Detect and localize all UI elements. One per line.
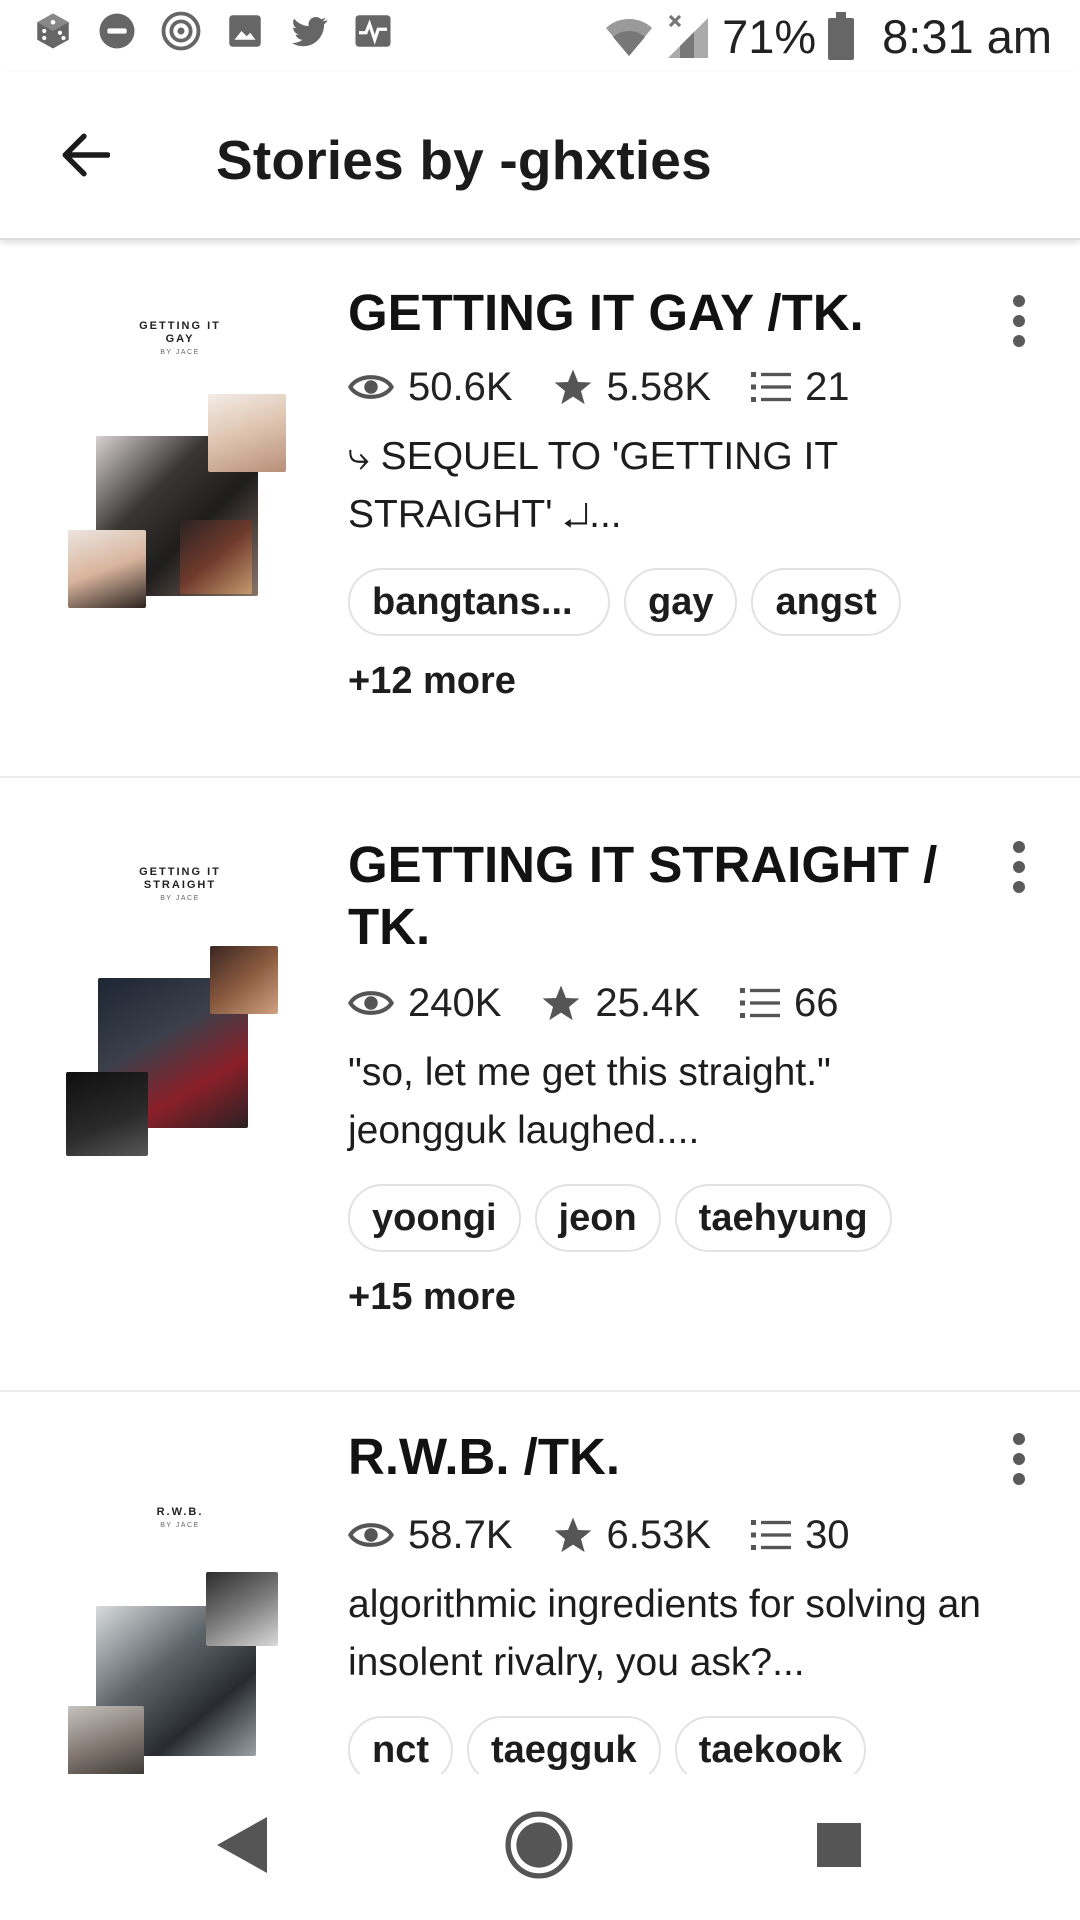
cover-photo bbox=[206, 1572, 278, 1646]
status-bar: 71% 8:31 am bbox=[0, 0, 1080, 72]
nav-home-button[interactable] bbox=[494, 1802, 584, 1892]
parts-stat: 66 bbox=[739, 981, 838, 1026]
more-tags-link[interactable]: +12 more bbox=[348, 660, 516, 703]
story-description: ⤷ SEQUEL TO 'GETTING IT STRAIGHT' ↵... bbox=[348, 435, 838, 536]
wifi-icon bbox=[604, 14, 654, 58]
cover-title: GETTING IT STRAIGHT BY JACE bbox=[139, 866, 221, 902]
clock: 8:31 am bbox=[882, 9, 1052, 63]
votes-stat: 25.4K bbox=[541, 981, 700, 1026]
dice-icon bbox=[32, 10, 74, 52]
tag-chip[interactable]: taegguk bbox=[467, 1716, 661, 1774]
parts-stat: 30 bbox=[751, 1513, 850, 1558]
back-button[interactable] bbox=[50, 122, 120, 192]
list-icon bbox=[751, 1518, 805, 1552]
target-icon bbox=[160, 10, 202, 52]
more-options-icon[interactable] bbox=[994, 832, 1044, 902]
cover-photo bbox=[180, 520, 252, 594]
more-options-icon[interactable] bbox=[994, 286, 1044, 356]
tag-chip[interactable]: nct bbox=[348, 1716, 453, 1774]
cover-title: GETTING IT GAY BY JACE bbox=[139, 320, 221, 356]
image-icon bbox=[224, 10, 266, 52]
nav-recents-button[interactable] bbox=[794, 1802, 884, 1892]
eye-icon bbox=[348, 1520, 408, 1550]
back-triangle-icon bbox=[211, 1813, 271, 1882]
story-title[interactable]: GETTING IT GAY /TK. bbox=[348, 282, 988, 344]
eye-icon bbox=[348, 988, 408, 1018]
battery-icon bbox=[828, 12, 855, 60]
list-icon bbox=[739, 986, 794, 1020]
tag-chip[interactable]: jeon bbox=[534, 1184, 661, 1252]
system-nav-bar bbox=[0, 1774, 1080, 1920]
tag-chip[interactable]: yoongi bbox=[348, 1184, 521, 1252]
more-options-icon[interactable] bbox=[994, 1424, 1044, 1494]
nav-back-button[interactable] bbox=[196, 1802, 286, 1892]
story-cover[interactable]: GETTING IT GAY BY JACE bbox=[62, 320, 298, 680]
votes-stat: 5.58K bbox=[553, 365, 711, 410]
system-indicators: 71% 8:31 am bbox=[604, 6, 1052, 66]
list-icon bbox=[751, 370, 805, 404]
cover-photo bbox=[68, 530, 146, 608]
parts-stat: 21 bbox=[751, 365, 850, 410]
app-bar: Stories by -ghxties bbox=[0, 72, 1080, 240]
votes-stat: 6.53K bbox=[553, 1513, 711, 1558]
story-card[interactable]: GETTING IT GAY BY JACE GETTING IT GAY /T… bbox=[0, 242, 1080, 778]
tag-list: bangtans... gay angst bbox=[348, 568, 901, 636]
story-stats: 58.7K 6.53K 30 bbox=[348, 1510, 890, 1560]
story-title[interactable]: R.W.B. /TK. bbox=[348, 1426, 988, 1488]
tag-chip[interactable]: bangtans... bbox=[348, 568, 610, 636]
reads-stat: 240K bbox=[348, 981, 501, 1026]
star-icon bbox=[553, 367, 607, 407]
notification-icons bbox=[32, 10, 394, 52]
do-not-disturb-icon bbox=[96, 10, 138, 52]
story-cover[interactable]: GETTING IT STRAIGHT BY JACE bbox=[62, 866, 298, 1226]
tag-list: yoongi jeon taehyung bbox=[348, 1184, 892, 1252]
page-title: Stories by -ghxties bbox=[216, 129, 712, 191]
activity-icon bbox=[352, 10, 394, 52]
arrow-left-icon bbox=[60, 132, 111, 183]
more-tags-link[interactable]: +15 more bbox=[348, 1276, 516, 1319]
tag-chip[interactable]: taekook bbox=[674, 1716, 867, 1774]
reads-stat: 50.6K bbox=[348, 365, 513, 410]
cover-photo bbox=[68, 1706, 144, 1774]
story-card[interactable]: R.W.B. BY JACE R.W.B. /TK. 58.7K 6.53K 3… bbox=[0, 1394, 1080, 1774]
story-description: algorithmic ingredients for solving an i… bbox=[348, 1583, 981, 1684]
home-circle-icon bbox=[504, 1810, 574, 1885]
story-title[interactable]: GETTING IT STRAIGHT / TK. bbox=[348, 834, 948, 958]
eye-icon bbox=[348, 372, 408, 402]
cover-title: R.W.B. BY JACE bbox=[156, 1506, 204, 1529]
star-icon bbox=[541, 983, 595, 1023]
tag-chip[interactable]: gay bbox=[624, 568, 738, 636]
tag-chip[interactable]: taehyung bbox=[674, 1184, 892, 1252]
story-card[interactable]: GETTING IT STRAIGHT BY JACE GETTING IT S… bbox=[0, 780, 1080, 1392]
story-cover[interactable]: R.W.B. BY JACE bbox=[62, 1506, 298, 1774]
story-stats: 50.6K 5.58K 21 bbox=[348, 362, 890, 412]
cover-photo bbox=[210, 946, 278, 1014]
tag-list: nct taegguk taekook bbox=[348, 1716, 867, 1774]
reads-stat: 58.7K bbox=[348, 1513, 513, 1558]
story-description: "so, let me get this straight." jeongguk… bbox=[348, 1051, 831, 1152]
cover-photo bbox=[66, 1072, 148, 1156]
battery-percent: 71% bbox=[722, 9, 817, 63]
story-list[interactable]: GETTING IT GAY BY JACE GETTING IT GAY /T… bbox=[0, 242, 1080, 1774]
recents-square-icon bbox=[815, 1821, 863, 1874]
star-icon bbox=[553, 1515, 607, 1555]
twitter-icon bbox=[288, 10, 330, 52]
tag-chip[interactable]: angst bbox=[751, 568, 901, 636]
signal-icon bbox=[666, 12, 710, 60]
story-stats: 240K 25.4K 66 bbox=[348, 978, 878, 1028]
cover-photo bbox=[208, 394, 286, 472]
